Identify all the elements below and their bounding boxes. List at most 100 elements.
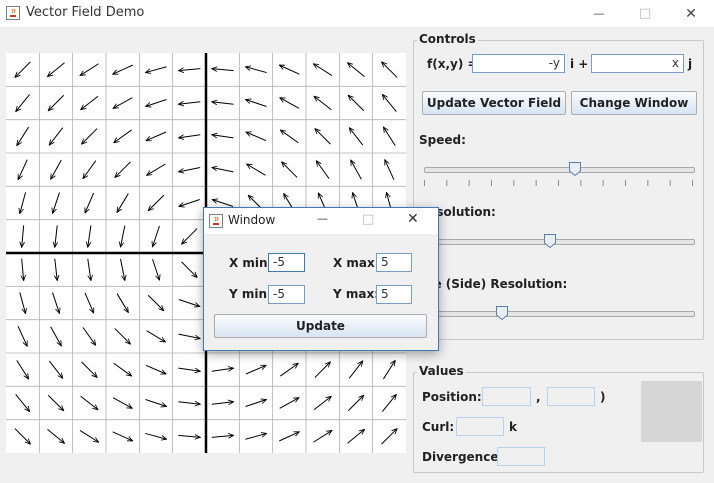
field-arrow (315, 129, 331, 145)
field-arrow (383, 127, 396, 146)
field-arrow (178, 435, 200, 437)
position-close-paren: ) (600, 390, 606, 404)
curl-unit: k (509, 420, 517, 434)
field-arrow (81, 95, 99, 110)
field-arrow (16, 94, 31, 111)
ymax-label: Y max: (333, 287, 380, 301)
minimize-button[interactable]: — (576, 0, 622, 27)
field-arrow (52, 292, 60, 314)
position-y-field (547, 387, 595, 406)
i-component-input[interactable]: -y (472, 54, 565, 73)
field-arrow (178, 102, 201, 104)
field-arrow (17, 326, 28, 346)
xmax-label: X max: (333, 256, 380, 270)
field-arrow (279, 431, 299, 442)
field-arrow (211, 368, 234, 372)
field-arrow (113, 64, 133, 75)
field-arrow (349, 128, 364, 146)
field-arrow (115, 161, 131, 178)
xmin-input[interactable]: -5 (268, 253, 305, 272)
dialog-minimize-icon[interactable]: — (317, 212, 328, 225)
speed-slider-ticks (424, 180, 693, 186)
change-window-button[interactable]: Change Window (571, 91, 697, 115)
field-arrow (114, 129, 132, 143)
field-arrow (20, 192, 27, 213)
field-arrow (383, 360, 395, 380)
xmax-input[interactable]: 5 (376, 253, 412, 272)
field-arrow (146, 99, 167, 107)
field-arrow (15, 394, 30, 411)
field-arrow (313, 430, 332, 443)
field-arrow (347, 395, 364, 412)
field-arrow (83, 160, 97, 179)
field-arrow (212, 69, 234, 71)
field-arrow (148, 194, 165, 211)
divergence-field (497, 447, 545, 466)
controls-panel (413, 40, 704, 340)
field-arrow (116, 293, 128, 313)
field-arrow (146, 330, 166, 342)
curl-label: Curl: (422, 420, 455, 434)
ymin-input[interactable]: -5 (268, 285, 305, 304)
ymin-label: Y min: (229, 287, 272, 301)
field-arrow (55, 258, 57, 281)
field-arrow (178, 134, 201, 138)
field-arrow (48, 360, 63, 378)
field-arrow (112, 431, 133, 442)
field-arrow (279, 64, 300, 75)
field-arrow (79, 430, 99, 442)
figure-resolution-slider-thumb[interactable] (496, 306, 508, 320)
xmin-label: X min: (229, 256, 273, 270)
field-arrow (145, 364, 166, 374)
field-arrow (178, 402, 200, 404)
dialog-close-icon[interactable]: ✕ (407, 211, 419, 227)
field-arrow (82, 128, 98, 145)
field-arrow (147, 294, 164, 311)
field-arrow (121, 225, 126, 248)
field-arrow (246, 100, 267, 107)
window-dialog: Window — □ ✕ X min: -5 X max: 5 Y min: -… (203, 207, 439, 351)
java-cup-icon (6, 6, 20, 20)
field-arrow (16, 360, 29, 379)
figure-resolution-slider-track[interactable] (424, 311, 695, 317)
minimize-icon: — (593, 7, 605, 20)
speed-slider-thumb[interactable] (568, 162, 581, 176)
field-arrow (53, 192, 60, 214)
dialog-title-bar: Window — □ ✕ (204, 208, 438, 234)
maximize-button[interactable]: □ (622, 0, 668, 27)
field-arrow (211, 435, 234, 437)
close-button[interactable]: ✕ (668, 0, 714, 27)
field-arrow (22, 225, 24, 247)
j-component-input[interactable]: x (591, 54, 684, 73)
field-arrow (280, 98, 300, 109)
field-arrow (348, 361, 363, 379)
ymax-input[interactable]: 5 (376, 285, 412, 304)
field-arrow (14, 428, 31, 445)
fxy-label: f(x,y) = (427, 57, 478, 71)
field-arrow (50, 326, 62, 346)
field-arrow (117, 193, 129, 213)
field-arrow (282, 162, 298, 178)
field-arrow (245, 67, 267, 74)
j-label: j (688, 57, 693, 71)
dialog-maximize-icon[interactable]: □ (362, 212, 374, 227)
field-arrow (211, 402, 234, 404)
controls-legend: Controls (417, 32, 478, 46)
update-vector-field-button[interactable]: Update Vector Field (422, 91, 566, 115)
field-arrow (313, 64, 333, 76)
field-arrow (351, 160, 362, 180)
field-arrow (153, 225, 160, 247)
field-arrow (55, 225, 57, 247)
field-arrow (80, 63, 99, 76)
field-arrow (179, 199, 200, 207)
close-icon: ✕ (685, 5, 697, 22)
arrow-resolution-slider-track[interactable] (424, 239, 695, 245)
speed-slider-track[interactable] (424, 167, 695, 173)
arrow-resolution-slider-thumb[interactable] (544, 234, 557, 248)
java-cup-icon (209, 214, 223, 228)
field-arrow (280, 130, 299, 144)
update-button[interactable]: Update (214, 314, 427, 338)
field-arrow (178, 69, 201, 71)
field-arrow (245, 400, 267, 407)
field-arrow (152, 259, 160, 280)
